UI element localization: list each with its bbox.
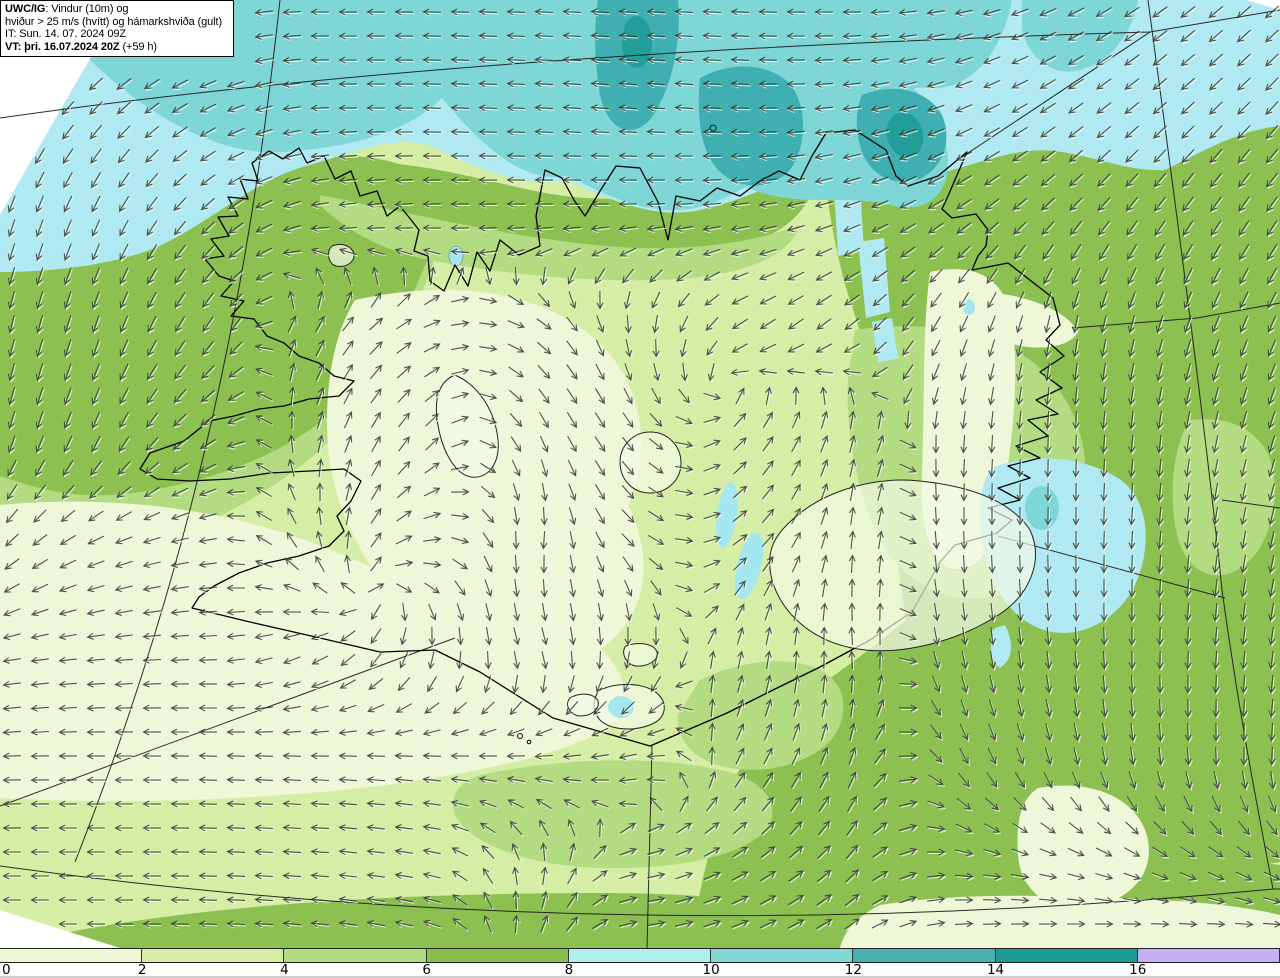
map-title-box: UWC/IG: Vindur (10m) og hviður > 25 m/s …: [0, 0, 234, 58]
colorbar-tick: 2: [137, 962, 147, 978]
colorbar-segment: [0, 949, 143, 962]
iceland-wind-map: [0, 0, 1280, 948]
colorbar-segment: [1137, 949, 1280, 962]
title-line-3-init-time: IT: Sun. 14. 07. 2024 09Z: [5, 28, 127, 41]
colorbar-segment: [142, 949, 285, 962]
colorbar-segment: [995, 949, 1138, 962]
colorbar-segment: [853, 949, 996, 962]
colorbar-segment: [284, 949, 427, 962]
colorbar-segment: [426, 949, 569, 962]
colorbar-tick: 16: [1129, 962, 1147, 978]
wind-map-canvas: [0, 0, 1280, 948]
title-line-2: hviður > 25 m/s (hvítt) og hámarkshviða …: [5, 15, 223, 28]
colorbar-tick: 0: [2, 962, 11, 978]
colorbar-segments: [0, 948, 1280, 963]
colorbar-tick: 6: [422, 962, 431, 978]
colorbar-segment: [568, 949, 712, 962]
colorbar-tick: 14: [986, 962, 1005, 978]
title-line-1: UWC/IG: Vindur (10m) og: [5, 3, 129, 15]
colorbar-segment: [711, 949, 854, 962]
title-line-4-valid-time: VT: þri. 16.07.2024 20Z (+59 h): [5, 40, 157, 53]
weather-map-page: UWC/IG: Vindur (10m) og hviður > 25 m/s …: [0, 0, 1280, 978]
colorbar-tick: 12: [844, 962, 862, 978]
colorbar-tick: 8: [564, 962, 574, 978]
colorbar-tick: 4: [280, 962, 289, 978]
wind-speed-colorbar: 0 2 4 6 8 10 12 14 16: [0, 948, 1280, 978]
colorbar-tick: 10: [702, 962, 720, 978]
model-name: UWC/IG: [5, 3, 46, 15]
